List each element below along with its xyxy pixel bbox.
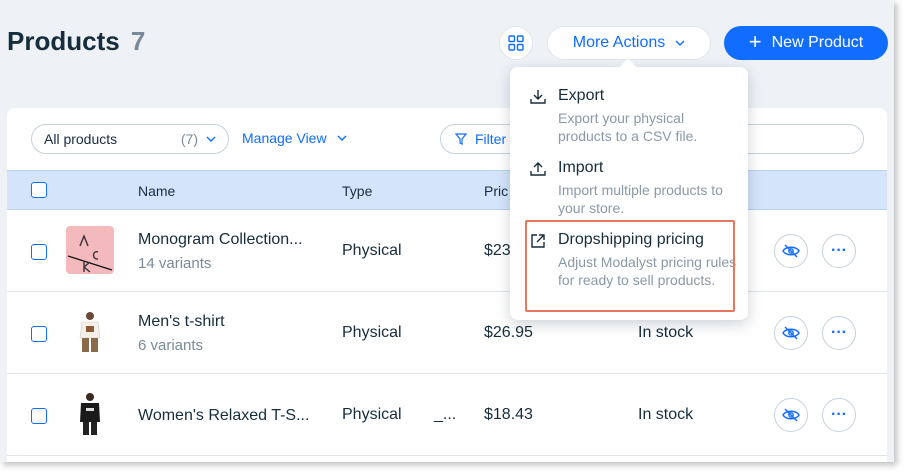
table-row[interactable]: Women's Relaxed T-S... Physical _... $18… [7, 374, 887, 456]
menu-item-title: Export [558, 87, 605, 104]
filter-icon [455, 133, 467, 145]
product-type: Physical [342, 324, 402, 341]
manage-view-button[interactable]: Manage View [242, 130, 347, 146]
product-variants: 14 variants [138, 255, 212, 272]
app-frame: Products 7 More Actions + New Product Al… [0, 0, 894, 462]
product-thumbnail [66, 308, 114, 356]
eye-off-icon [782, 326, 800, 340]
grid-icon [508, 35, 524, 51]
menu-item-description: Export your physical products to a CSV f… [558, 110, 698, 144]
new-product-button[interactable]: + New Product [724, 26, 888, 60]
menu-item-import[interactable]: Import Import multiple products to your … [510, 159, 748, 219]
hide-product-button[interactable] [774, 316, 808, 350]
product-thumbnail [66, 390, 114, 438]
ellipsis-icon: ··· [831, 406, 847, 423]
menu-item-title: Import [558, 159, 604, 176]
hide-product-button[interactable] [774, 234, 808, 268]
product-type: Physical [342, 406, 402, 423]
page-title: Products 7 [7, 26, 145, 57]
column-header-price: Pric [484, 183, 509, 199]
hide-product-button[interactable] [774, 398, 808, 432]
eye-off-icon [782, 408, 800, 422]
column-header-name: Name [138, 183, 176, 199]
highlight-box [525, 220, 735, 312]
product-count: 7 [130, 26, 146, 56]
product-type: Physical [342, 242, 402, 259]
table-row[interactable]: Monogram Collection... 14 variants Physi… [7, 210, 887, 292]
upload-icon [530, 162, 546, 176]
ellipsis-icon: ··· [831, 324, 847, 341]
truncated-cell: _... [434, 406, 457, 423]
menu-notch [619, 58, 637, 76]
table-header: Name Type Pric [7, 170, 887, 210]
ellipsis-icon: ··· [831, 242, 847, 259]
page-title-text: Products [7, 26, 120, 56]
eye-off-icon [782, 244, 800, 258]
product-filter-select[interactable]: All products (7) [31, 124, 229, 154]
row-checkbox[interactable] [31, 408, 47, 424]
download-icon [530, 90, 546, 104]
plus-icon: + [748, 29, 762, 54]
more-actions-label: More Actions [572, 34, 666, 51]
product-name[interactable]: Monogram Collection... [138, 231, 303, 249]
filter-bar: All products (7) Manage View Filter [7, 108, 887, 170]
select-value: All products [44, 131, 118, 147]
select-all-checkbox[interactable] [31, 182, 47, 198]
more-actions-button[interactable]: More Actions [547, 26, 711, 60]
product-name[interactable]: Women's Relaxed T-S... [138, 407, 309, 425]
product-thumbnail [66, 226, 114, 274]
row-checkbox[interactable] [31, 244, 47, 260]
column-header-type: Type [342, 183, 373, 199]
manage-view-label: Manage View [242, 130, 327, 146]
more-options-button[interactable]: ··· [822, 316, 856, 350]
product-price: $18.43 [484, 406, 533, 423]
chevron-down-icon [206, 136, 216, 142]
product-price: $26.95 [484, 324, 533, 341]
grid-view-button[interactable] [499, 26, 533, 60]
new-product-label: New Product [771, 34, 864, 51]
inventory-status: In stock [638, 324, 694, 341]
inventory-status: In stock [638, 406, 694, 423]
chevron-down-icon [675, 40, 685, 46]
menu-item-export[interactable]: Export Export your physical products to … [510, 87, 748, 147]
filter-label: Filter [475, 131, 507, 147]
row-checkbox[interactable] [31, 326, 47, 342]
products-card: All products (7) Manage View Filter Name… [7, 108, 887, 462]
more-options-button[interactable]: ··· [822, 398, 856, 432]
more-options-button[interactable]: ··· [822, 234, 856, 268]
product-price: $23 [484, 242, 511, 259]
table-row[interactable]: Men's t-shirt 6 variants Physical $26.95… [7, 292, 887, 374]
menu-item-description: Import multiple products to your store. [558, 182, 723, 216]
select-count: (7) [180, 131, 198, 147]
product-variants: 6 variants [138, 337, 204, 354]
product-name[interactable]: Men's t-shirt [138, 313, 225, 331]
chevron-down-icon [337, 135, 347, 141]
